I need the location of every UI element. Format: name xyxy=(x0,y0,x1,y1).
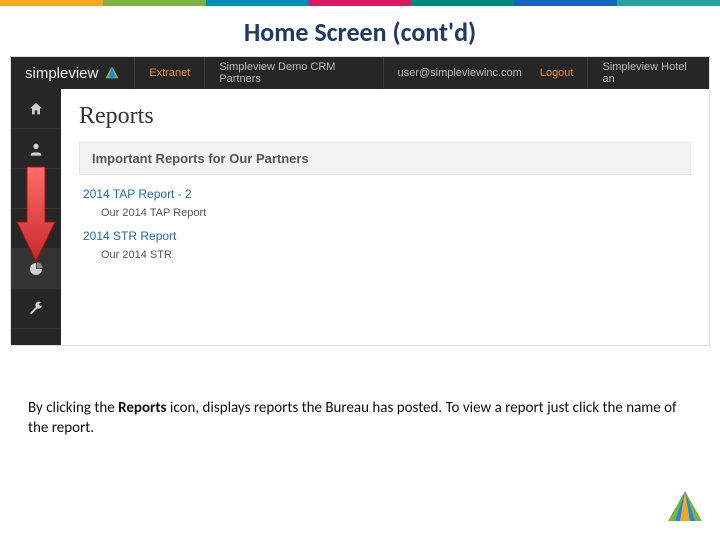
slide-title: Home Screen (cont'd) xyxy=(0,6,720,56)
reports-icon xyxy=(28,261,44,277)
brand-text: simpleview xyxy=(25,65,98,82)
user-icon xyxy=(28,141,44,157)
accent-seg xyxy=(103,0,206,6)
app-screenshot: simpleview Extranet Simpleview Demo CRM … xyxy=(10,56,710,346)
extranet-link[interactable]: Extranet xyxy=(134,57,204,89)
section-header: Important Reports for Our Partners xyxy=(79,142,691,175)
sidebar-item-home[interactable] xyxy=(11,89,61,129)
report-description: Our 2014 TAP Report xyxy=(79,205,691,225)
logout-link[interactable]: Logout xyxy=(536,57,588,89)
app-main: Reports Important Reports for Our Partne… xyxy=(11,89,709,345)
report-description: Our 2014 STR xyxy=(79,247,691,267)
sidebar-item-reports[interactable] xyxy=(11,249,61,289)
report-link[interactable]: 2014 TAP Report - 2 xyxy=(79,183,691,205)
page-title: Reports xyxy=(79,103,691,130)
sidebar-item-user[interactable] xyxy=(11,129,61,169)
accent-seg xyxy=(206,0,309,6)
user-email: user@simpleviewinc.com xyxy=(383,57,536,89)
brand: simpleview xyxy=(11,65,134,82)
accent-seg xyxy=(411,0,514,6)
hotel-app-link[interactable]: Simpleview Hotel an xyxy=(587,57,709,89)
slide-caption: By clicking the Reports icon, displays r… xyxy=(28,398,692,439)
content-area: Reports Important Reports for Our Partne… xyxy=(61,89,709,345)
slide-accent-bar xyxy=(0,0,720,6)
report-link[interactable]: 2014 STR Report xyxy=(79,225,691,247)
wrench-icon xyxy=(28,301,44,317)
sidebar-item-settings[interactable] xyxy=(11,289,61,329)
accent-seg xyxy=(0,0,103,6)
accent-seg xyxy=(309,0,412,6)
sidebar-item-ticket[interactable] xyxy=(11,169,61,209)
sidebar xyxy=(11,89,61,345)
home-icon xyxy=(28,101,44,117)
bed-icon xyxy=(28,221,44,237)
ticket-icon xyxy=(28,181,44,197)
caption-bold: Reports xyxy=(118,399,166,417)
caption-text: By clicking the xyxy=(28,399,118,417)
accent-seg xyxy=(514,0,617,6)
brand-logo-icon xyxy=(104,65,120,81)
context-label: Simpleview Demo CRM Partners xyxy=(204,57,382,89)
app-topbar: simpleview Extranet Simpleview Demo CRM … xyxy=(11,57,709,89)
sidebar-item-bed[interactable] xyxy=(11,209,61,249)
corner-logo-icon xyxy=(668,491,702,526)
accent-seg xyxy=(617,0,720,6)
